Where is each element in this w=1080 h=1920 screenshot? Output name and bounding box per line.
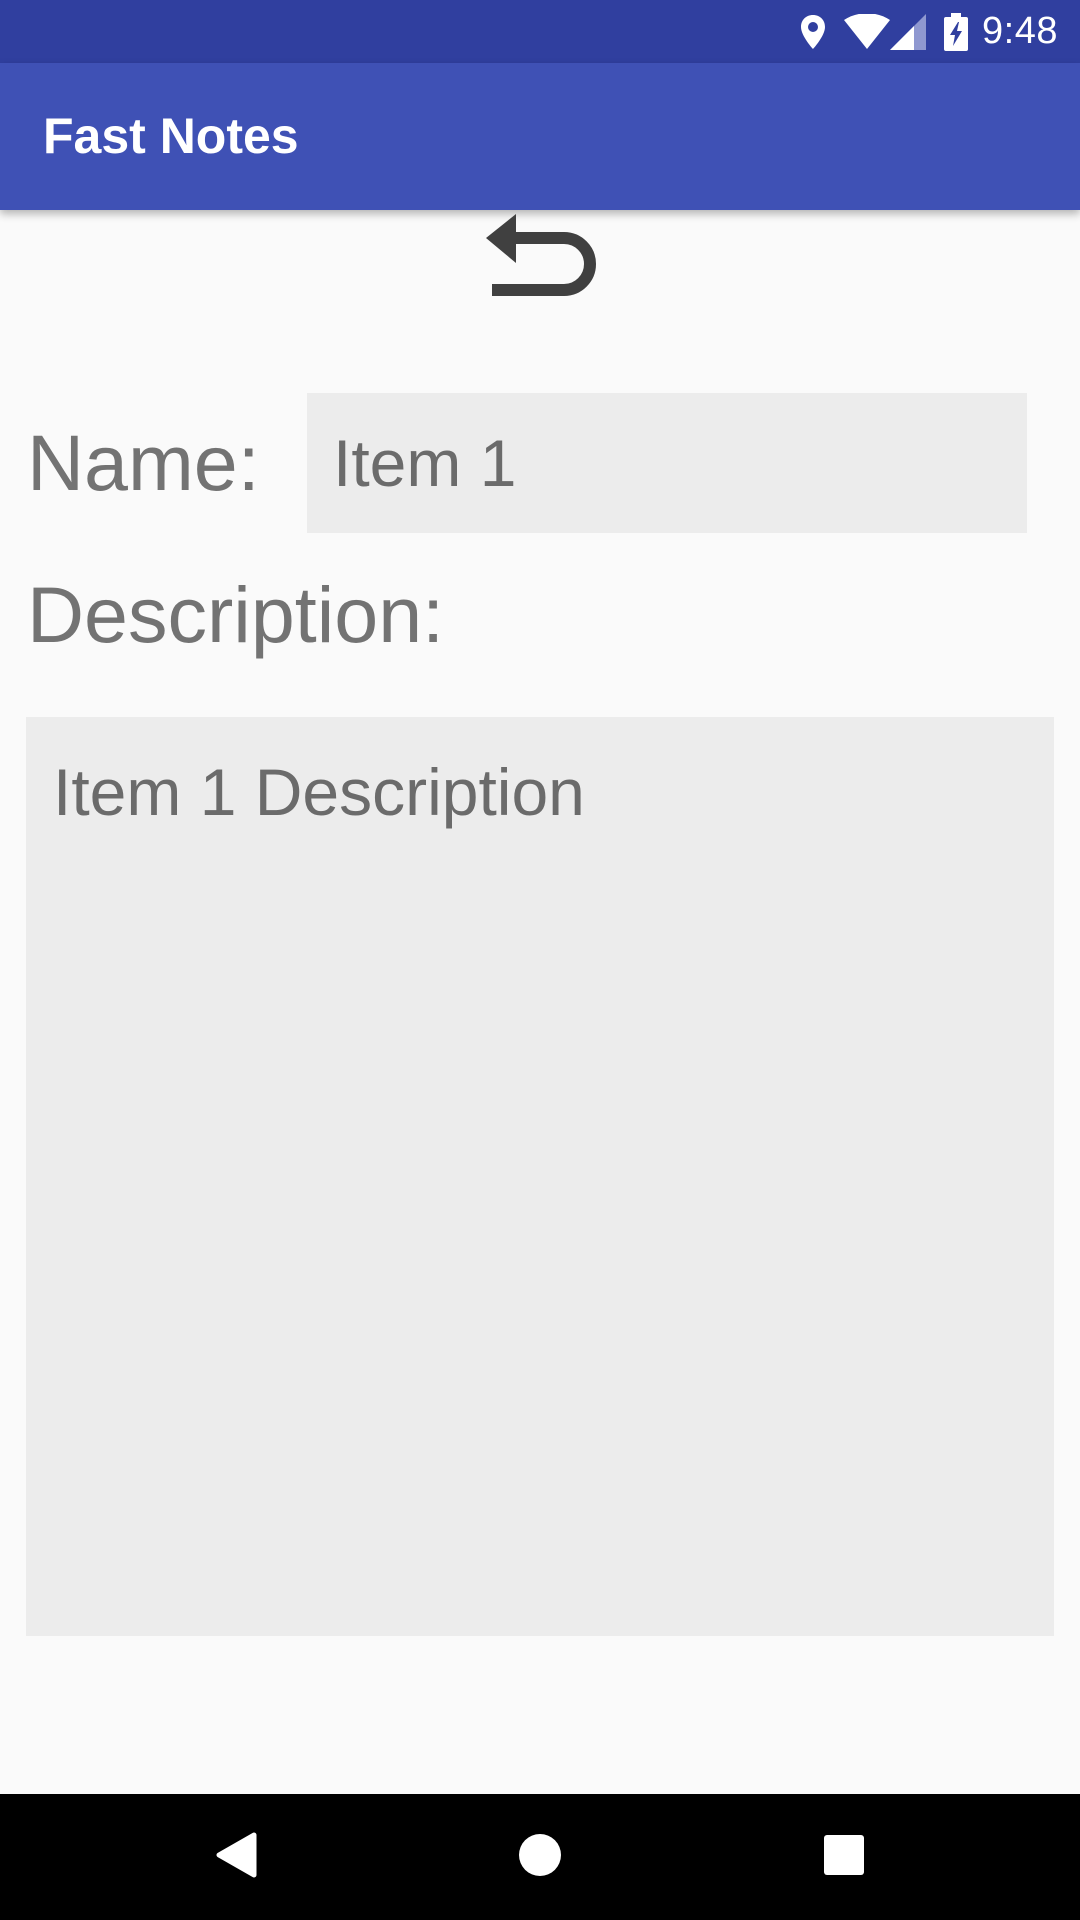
recents-button[interactable] — [799, 1812, 889, 1902]
back-icon — [214, 1832, 258, 1883]
undo-icon — [476, 210, 604, 343]
app-bar: Fast Notes — [0, 63, 1080, 210]
name-label: Name: — [27, 418, 260, 507]
status-bar: 9:48 — [0, 0, 1080, 63]
undo-button[interactable] — [476, 212, 604, 340]
status-icons: 9:48 — [800, 0, 1058, 63]
wifi-icon — [844, 13, 891, 50]
battery-charging-icon — [944, 12, 969, 51]
description-textarea[interactable]: Item 1 Description — [26, 717, 1054, 1636]
location-icon — [800, 14, 826, 50]
status-time: 9:48 — [982, 10, 1058, 52]
description-label: Description: — [27, 570, 445, 659]
signal-icon — [890, 13, 927, 50]
app-title: Fast Notes — [43, 108, 299, 164]
home-icon — [518, 1833, 562, 1882]
note-editor: Name: Description: Item 1 Description — [0, 210, 1080, 1794]
name-input[interactable] — [307, 393, 1027, 533]
nav-bar — [0, 1794, 1080, 1920]
back-button[interactable] — [191, 1812, 281, 1902]
home-button[interactable] — [495, 1812, 585, 1902]
recents-icon — [824, 1834, 864, 1880]
